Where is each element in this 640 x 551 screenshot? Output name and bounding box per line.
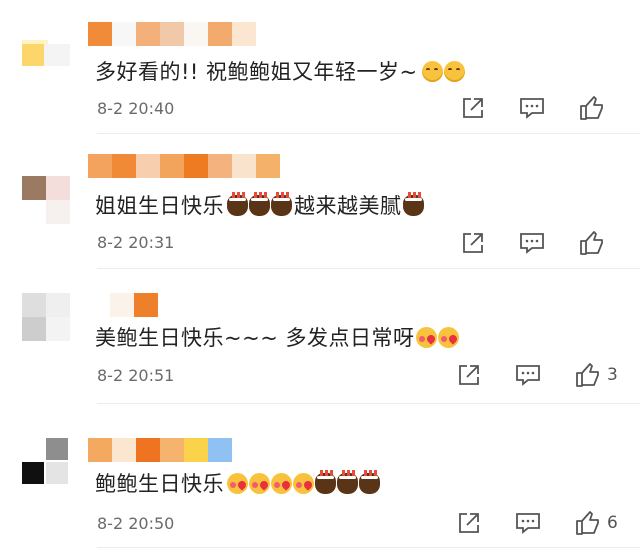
like-count: 6 — [607, 513, 618, 533]
share-button[interactable] — [461, 96, 485, 120]
share-button[interactable] — [461, 231, 485, 255]
cake-emoji — [337, 469, 358, 494]
share-icon — [463, 233, 483, 253]
comment-item: 多好看的!! 祝鲍鲍姐又年轻一岁~ 8-2 20:40 — [0, 0, 640, 134]
like-button[interactable]: 6 — [575, 510, 618, 536]
comment-icon — [520, 98, 544, 119]
comment-button[interactable] — [519, 96, 545, 120]
like-icon — [576, 511, 599, 535]
username[interactable] — [88, 438, 232, 462]
timestamp: 8-2 20:31 — [97, 233, 175, 252]
like-icon — [580, 96, 603, 120]
smile-emoji — [421, 60, 443, 82]
comment-icon — [516, 365, 540, 386]
username[interactable] — [110, 293, 158, 317]
like-button[interactable]: 3 — [575, 362, 618, 388]
cake-emoji — [315, 469, 336, 494]
like-button[interactable] — [579, 95, 611, 121]
comment-text: 鲍鲍生日快乐 — [95, 468, 380, 498]
username[interactable] — [88, 154, 280, 178]
username[interactable] — [88, 22, 256, 46]
share-button[interactable] — [457, 363, 481, 387]
kiss-emoji — [249, 472, 270, 494]
divider — [97, 547, 640, 548]
comment-icon — [516, 513, 540, 534]
like-icon — [576, 363, 599, 387]
timestamp: 8-2 20:40 — [97, 99, 175, 118]
comment-text: 美鲍生日快乐~~~ 多发点日常呀 — [95, 322, 460, 352]
comment-item: 姐姐生日快乐 越来越美腻 8-2 20:31 — [0, 134, 640, 269]
kiss-emoji — [438, 326, 460, 348]
share-button[interactable] — [457, 511, 481, 535]
comment-button[interactable] — [519, 231, 545, 255]
kiss-emoji — [416, 326, 438, 348]
comment-button[interactable] — [515, 363, 541, 387]
comment-text: 姐姐生日快乐 越来越美腻 — [95, 190, 424, 220]
like-icon — [580, 231, 603, 255]
like-button[interactable] — [579, 230, 611, 256]
timestamp: 8-2 20:50 — [97, 514, 175, 533]
timestamp: 8-2 20:51 — [97, 366, 175, 385]
comment-item: 美鲍生日快乐~~~ 多发点日常呀 8-2 20:51 3 — [0, 269, 640, 404]
comment-text: 多好看的!! 祝鲍鲍姐又年轻一岁~ — [95, 56, 465, 86]
cake-emoji — [249, 191, 270, 216]
comment-button[interactable] — [515, 511, 541, 535]
share-icon — [463, 98, 483, 118]
smile-emoji — [443, 60, 465, 82]
share-icon — [459, 513, 479, 533]
kiss-emoji — [271, 472, 292, 494]
cake-emoji — [271, 191, 292, 216]
cake-emoji — [227, 191, 248, 216]
comment-icon — [520, 233, 544, 254]
like-count: 3 — [607, 365, 618, 385]
avatar[interactable] — [22, 438, 70, 486]
kiss-emoji — [293, 472, 314, 494]
avatar[interactable] — [22, 40, 70, 88]
cake-emoji — [402, 191, 424, 216]
cake-emoji — [359, 469, 380, 494]
avatar[interactable] — [22, 176, 70, 224]
kiss-emoji — [227, 472, 248, 494]
comment-item: 鲍鲍生日快乐 8-2 20:50 6 — [0, 404, 640, 551]
avatar[interactable] — [22, 293, 70, 341]
share-icon — [459, 365, 479, 385]
